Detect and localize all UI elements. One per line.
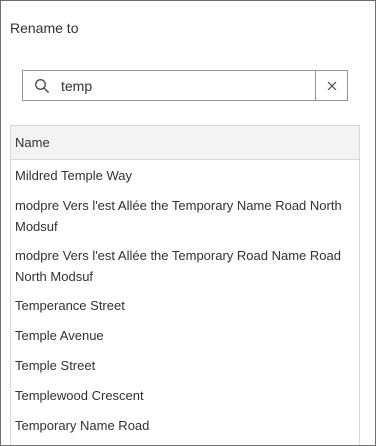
table-row[interactable]: Temporary Name Road (11, 410, 359, 440)
search-icon (23, 71, 61, 100)
table-row[interactable]: Mildred Temple Way (11, 160, 359, 190)
table-row[interactable]: Temple Avenue (11, 320, 359, 350)
close-icon (327, 81, 336, 90)
table-row[interactable]: modpre Vers l'est Allée the Temporary Ro… (11, 240, 359, 290)
table-row[interactable]: Temperance Street (11, 290, 359, 320)
table-row[interactable]: Temple Street (11, 350, 359, 380)
table-row[interactable]: modpre Vers l'est Allée the Temporary Na… (11, 190, 359, 240)
column-header-name[interactable]: Name (11, 126, 359, 160)
search-input[interactable] (61, 72, 315, 99)
rename-panel: Rename to Name Mildred Temple Way modpre… (0, 0, 376, 446)
search-box[interactable] (22, 70, 348, 101)
clear-search-button[interactable] (315, 71, 347, 100)
results-table: Name Mildred Temple Way modpre Vers l'es… (10, 125, 360, 445)
table-rows: Mildred Temple Way modpre Vers l'est All… (11, 160, 359, 440)
table-row[interactable]: Templewood Crescent (11, 380, 359, 410)
panel-title: Rename to (10, 20, 79, 36)
